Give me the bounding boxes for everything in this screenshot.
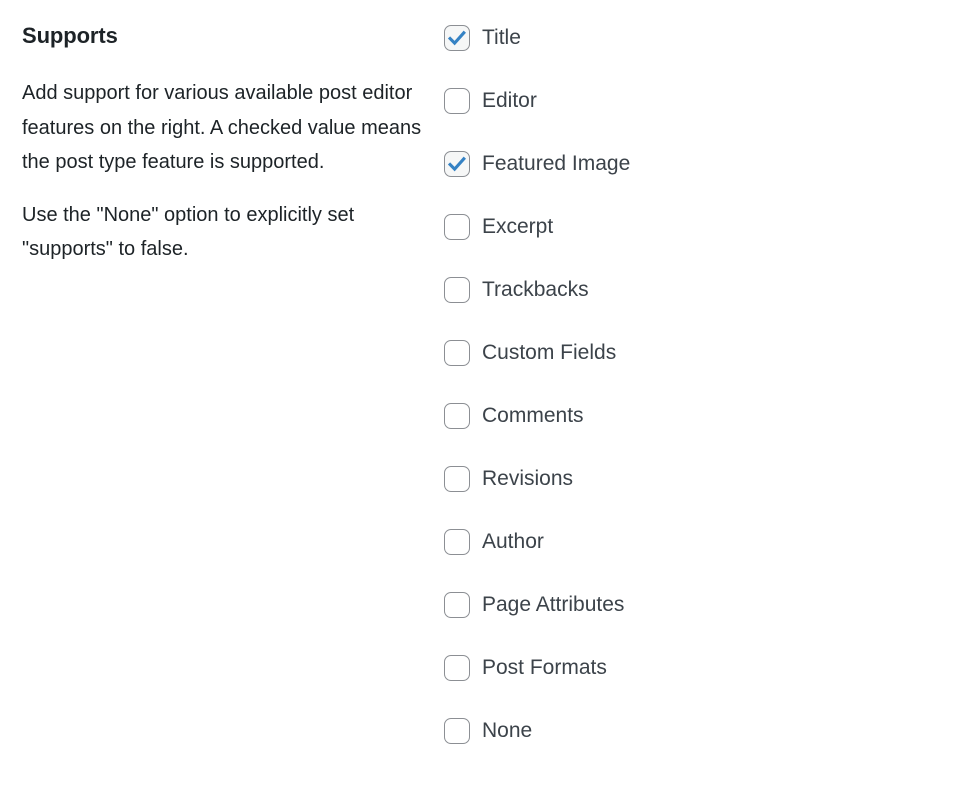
supports-option-label: None [482, 717, 532, 745]
checkbox-unchecked-icon[interactable] [444, 88, 470, 114]
supports-option-label: Excerpt [482, 213, 553, 241]
supports-option-label: Revisions [482, 465, 573, 493]
supports-option-row[interactable]: Comments [444, 402, 980, 430]
supports-checkbox-list: Title Editor Featured Image Excerpt Trackbac… [430, 0, 980, 745]
supports-description-column: Supports Add support for various availab… [0, 0, 430, 267]
supports-option-label: Editor [482, 87, 537, 115]
supports-option-row[interactable]: None [444, 717, 980, 745]
supports-option-row[interactable]: Custom Fields [444, 339, 980, 367]
supports-option-label: Author [482, 528, 544, 556]
supports-option-row[interactable]: Editor [444, 87, 980, 115]
supports-option-label: Page Attributes [482, 591, 624, 619]
supports-option-row[interactable]: Featured Image [444, 150, 980, 178]
supports-settings-panel: Supports Add support for various availab… [0, 0, 980, 794]
checkbox-unchecked-icon[interactable] [444, 718, 470, 744]
checkbox-checked-icon[interactable] [444, 25, 470, 51]
supports-option-row[interactable]: Excerpt [444, 213, 980, 241]
checkbox-unchecked-icon[interactable] [444, 592, 470, 618]
supports-option-label: Custom Fields [482, 339, 616, 367]
supports-option-row[interactable]: Title [444, 24, 980, 52]
checkbox-unchecked-icon[interactable] [444, 466, 470, 492]
supports-description-paragraph-2: Use the "None" option to explicitly set … [22, 198, 424, 267]
supports-option-label: Featured Image [482, 150, 630, 178]
supports-description-paragraph-1: Add support for various available post e… [22, 76, 424, 180]
supports-option-row[interactable]: Trackbacks [444, 276, 980, 304]
supports-option-label: Comments [482, 402, 584, 430]
checkbox-unchecked-icon[interactable] [444, 403, 470, 429]
checkbox-unchecked-icon[interactable] [444, 529, 470, 555]
supports-option-row[interactable]: Post Formats [444, 654, 980, 682]
checkbox-unchecked-icon[interactable] [444, 214, 470, 240]
page-title: Supports [22, 22, 430, 50]
supports-option-row[interactable]: Revisions [444, 465, 980, 493]
supports-option-label: Post Formats [482, 654, 607, 682]
supports-option-label: Trackbacks [482, 276, 589, 304]
supports-option-label: Title [482, 24, 521, 52]
checkbox-unchecked-icon[interactable] [444, 277, 470, 303]
checkbox-unchecked-icon[interactable] [444, 655, 470, 681]
supports-option-row[interactable]: Page Attributes [444, 591, 980, 619]
checkbox-unchecked-icon[interactable] [444, 340, 470, 366]
checkbox-checked-icon[interactable] [444, 151, 470, 177]
supports-option-row[interactable]: Author [444, 528, 980, 556]
